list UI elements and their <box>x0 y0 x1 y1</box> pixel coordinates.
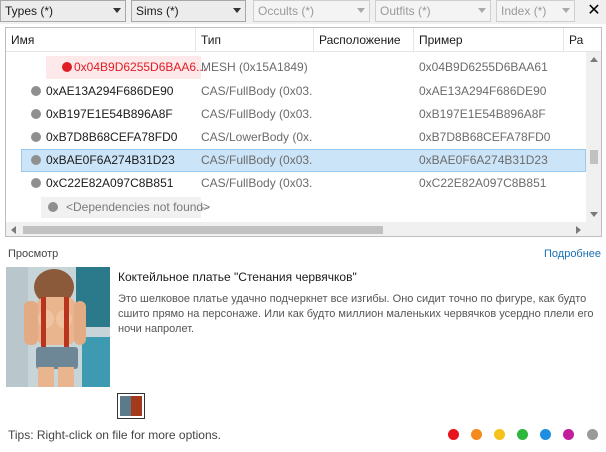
sims-filter-label: Sims (*) <box>136 4 179 18</box>
status-dot-icon <box>31 109 41 119</box>
index-filter-label: Index (*) <box>501 4 547 18</box>
color-swatch[interactable] <box>117 393 145 419</box>
types-filter-label: Types (*) <box>5 4 54 18</box>
status-dot-icon <box>48 202 58 212</box>
chevron-down-icon <box>113 8 121 13</box>
item-type: CAS/FullBody (0x03... <box>201 107 313 121</box>
status-dot-icon <box>31 132 41 142</box>
item-thumbnail-image <box>6 267 110 387</box>
item-name: 0xC22E82A097C8B851 <box>46 176 174 190</box>
item-name: <Dependencies not found> <box>66 200 211 214</box>
close-icon[interactable]: ✕ <box>583 0 605 22</box>
color-filter-purple[interactable] <box>563 429 574 440</box>
item-name: 0xB197E1E54B896A8F <box>46 107 173 121</box>
column-headers: Имя Тип Расположение Пример Ра <box>6 28 601 52</box>
filter-bar: Types (*) Sims (*) Occults (*) Outfits (… <box>0 0 606 24</box>
column-header-sample[interactable]: Пример <box>414 28 564 52</box>
list-item[interactable]: 0xB197E1E54B896A8F CAS/FullBody (0x03...… <box>6 103 586 126</box>
vertical-scrollbar[interactable] <box>586 52 601 222</box>
file-list: Имя Тип Расположение Пример Ра 0x04B9D62… <box>5 27 602 237</box>
item-sample: 0xBAE0F6A274B31D23 <box>419 153 548 167</box>
index-filter-dropdown[interactable]: Index (*) <box>496 0 575 22</box>
chevron-down-icon <box>233 8 241 13</box>
item-thumbnail <box>6 267 110 387</box>
list-item[interactable]: 0xAE13A294F686DE90 CAS/FullBody (0x03...… <box>6 80 586 103</box>
color-filter-green[interactable] <box>517 429 528 440</box>
item-sample: 0xB197E1E54B896A8F <box>419 107 546 121</box>
color-filter-red[interactable] <box>448 429 459 440</box>
list-rows: 0x04B9D6255D6BAA6... MESH (0x15A1849) 0x… <box>6 52 586 222</box>
preview-label: Просмотр <box>8 248 59 260</box>
item-sample: 0xAE13A294F686DE90 <box>419 84 547 98</box>
chevron-down-icon <box>478 8 486 13</box>
item-type: MESH (0x15A1849) <box>201 60 308 74</box>
item-type: CAS/FullBody (0x03... <box>201 176 313 190</box>
item-type: CAS/FullBody (0x03... <box>201 84 313 98</box>
status-dot-icon <box>62 62 72 72</box>
scroll-down-icon[interactable] <box>590 212 598 217</box>
scrollbar-thumb[interactable] <box>23 226 383 234</box>
color-filter-gray[interactable] <box>587 429 598 440</box>
details-link[interactable]: Подробнее <box>544 248 601 260</box>
tips-text: Tips: Right-click on file for more optio… <box>8 428 221 442</box>
item-sample: 0xC22E82A097C8B851 <box>419 176 547 190</box>
status-dot-icon <box>31 155 41 165</box>
item-type: CAS/FullBody (0x03... <box>201 153 313 167</box>
scroll-left-icon[interactable] <box>11 226 16 234</box>
item-sample: 0xB7D8B68CEFA78FD0 <box>419 130 551 144</box>
list-item[interactable]: 0x04B9D6255D6BAA6... MESH (0x15A1849) 0x… <box>6 56 586 79</box>
item-name: 0xBAE0F6A274B31D23 <box>46 153 175 167</box>
types-filter-dropdown[interactable]: Types (*) <box>0 0 126 22</box>
item-name: 0xAE13A294F686DE90 <box>46 84 174 98</box>
color-filter-orange[interactable] <box>471 429 482 440</box>
column-header-location[interactable]: Расположение <box>314 28 414 52</box>
scroll-up-icon[interactable] <box>590 57 598 62</box>
horizontal-scrollbar[interactable] <box>6 222 586 236</box>
status-dot-icon <box>31 178 41 188</box>
scrollbar-thumb[interactable] <box>590 150 598 164</box>
item-name: 0xB7D8B68CEFA78FD0 <box>46 130 178 144</box>
scroll-right-icon[interactable] <box>576 226 581 234</box>
list-item-selected[interactable]: 0xBAE0F6A274B31D23 CAS/FullBody (0x03...… <box>6 149 586 172</box>
item-description: Это шелковое платье удачно подчеркнет вс… <box>118 293 594 335</box>
status-dot-icon <box>31 86 41 96</box>
item-type: CAS/LowerBody (0x... <box>201 130 313 144</box>
outfits-filter-label: Outfits (*) <box>380 4 431 18</box>
item-sample: 0x04B9D6255D6BAA61 <box>419 60 548 74</box>
chevron-down-icon <box>357 8 365 13</box>
column-header-name[interactable]: Имя <box>6 28 196 52</box>
list-item-dependencies[interactable]: <Dependencies not found> -- <box>6 196 586 219</box>
occults-filter-dropdown[interactable]: Occults (*) <box>253 0 370 22</box>
column-header-extra[interactable]: Ра <box>564 28 601 52</box>
color-filter-yellow[interactable] <box>494 429 505 440</box>
column-header-type[interactable]: Тип <box>196 28 314 52</box>
list-item[interactable]: 0xB7D8B68CEFA78FD0 CAS/LowerBody (0x... … <box>6 126 586 149</box>
item-title: Коктейльное платье "Стенания червячков" <box>118 270 357 284</box>
chevron-down-icon <box>562 8 570 13</box>
occults-filter-label: Occults (*) <box>258 4 315 18</box>
outfits-filter-dropdown[interactable]: Outfits (*) <box>375 0 491 22</box>
sims-filter-dropdown[interactable]: Sims (*) <box>131 0 246 22</box>
color-filter-blue[interactable] <box>540 429 551 440</box>
list-item[interactable]: 0xC22E82A097C8B851 CAS/FullBody (0x03...… <box>6 172 586 195</box>
item-type: -- <box>201 200 209 214</box>
